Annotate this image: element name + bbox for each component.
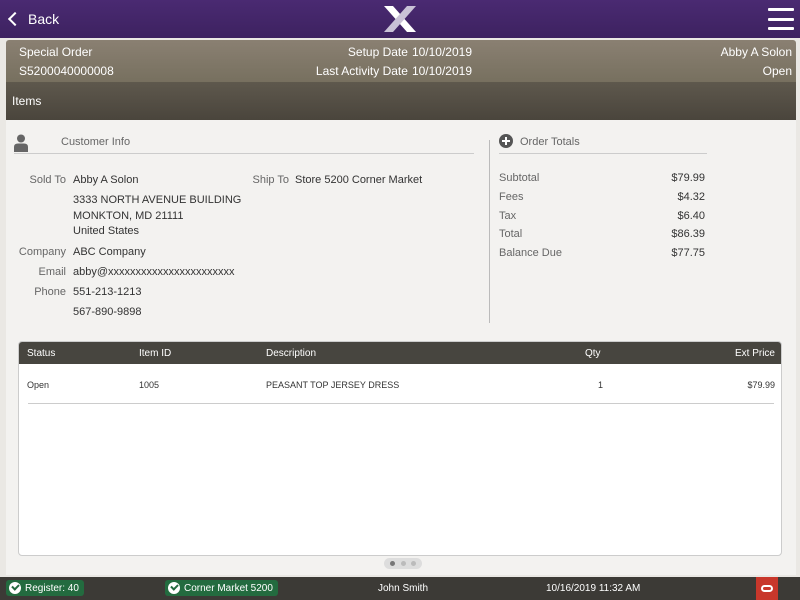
total-value: $86.39 [671,228,705,240]
order-type: Special Order [19,45,93,59]
total-row-total: Total $86.39 [499,228,705,242]
cell-item-id: 1005 [139,380,160,390]
header-item-id: Item ID [139,348,172,359]
register-badge: Register: 40 [6,580,84,596]
store-label: Corner Market 5200 [184,582,273,594]
header-description: Description [266,348,317,359]
items-table: Status Item ID Description Qty Ext Price… [18,341,782,556]
page-dot[interactable] [389,561,395,566]
email-label: Email [38,266,66,278]
order-header: Special Order S5200040000008 Setup Date 1… [6,40,796,82]
order-detail-panel: Customer Info Sold To Abby A Solon 3333 … [6,120,796,575]
back-label: Back [28,11,60,27]
total-label: Tax [499,210,517,222]
order-totals-title: Order Totals [520,136,580,148]
back-button[interactable]: Back [6,0,59,38]
address-line2: MONKTON, MD 21111 [73,210,184,222]
total-row-fees: Fees $4.32 [499,191,705,205]
plus-circle-icon[interactable] [499,134,513,148]
phone-secondary: 567-890-9898 [73,306,142,318]
table-header: Status Item ID Description Qty Ext Price [19,342,781,364]
check-circle-icon [168,582,180,594]
check-circle-icon [9,582,21,594]
oracle-icon[interactable] [756,577,778,600]
order-customer-name: Abby A Solon [720,45,792,59]
phone-label: Phone [34,286,66,298]
total-value: $79.99 [671,172,705,184]
setup-date-label: Setup Date [347,45,408,59]
setup-date-value: 10/10/2019 [411,45,472,59]
cell-qty: 1 [597,380,603,390]
total-label: Total [499,228,523,240]
last-activity-label: Last Activity Date [315,64,408,78]
total-label: Fees [499,191,524,203]
address-line1: 3333 NORTH AVENUE BUILDING [73,194,242,206]
hamburger-menu-icon[interactable] [768,8,794,30]
app-logo-icon [384,6,416,32]
company-label: Company [18,246,66,258]
current-user: John Smith [378,583,429,594]
header-qty: Qty [585,348,601,359]
sold-to-name: Abby A Solon [73,174,139,186]
person-icon [14,134,28,152]
top-bar: Back [0,0,800,38]
store-badge: Corner Market 5200 [165,580,278,596]
total-row-balance-due: Balance Due $77.75 [499,247,705,261]
ship-to-label: Ship To [252,174,290,186]
status-bar: Register: 40 Corner Market 5200 John Smi… [0,577,800,600]
total-label: Subtotal [499,172,540,184]
total-row-subtotal: Subtotal $79.99 [499,172,705,186]
section-divider [489,140,490,323]
last-activity-date: Last Activity Date 10/10/2019 [286,64,472,78]
table-row[interactable]: Open 1005 PEASANT TOP JERSEY DRESS 1 $79… [19,364,781,404]
header-status: Status [27,348,56,359]
setup-date: Setup Date 10/10/2019 [286,45,472,59]
header-ext-price: Ext Price [734,348,775,359]
total-value: $6.40 [677,210,705,222]
customer-info-title: Customer Info [61,136,131,148]
last-activity-value: 10/10/2019 [411,64,472,78]
total-value: $77.75 [671,247,705,259]
register-label: Register: 40 [25,582,79,594]
total-label: Balance Due [499,247,562,259]
row-divider [28,403,774,404]
page-indicator[interactable] [384,558,422,569]
phone-primary: 551-213-1213 [73,286,142,298]
total-value: $4.32 [677,191,705,203]
page-dot[interactable] [411,561,417,566]
order-totals-header[interactable]: Order Totals [499,134,707,154]
sold-to-label: Sold To [29,174,67,186]
email-value: abby@xxxxxxxxxxxxxxxxxxxxxxx [73,266,235,278]
cell-description: PEASANT TOP JERSEY DRESS [266,380,400,390]
section-title: Items [6,82,796,120]
cell-ext-price: $79.99 [747,380,775,390]
address-country: United States [73,225,140,237]
current-datetime: 10/16/2019 11:32 AM [546,583,641,594]
ship-to-value: Store 5200 Corner Market [295,174,423,186]
back-chevron-icon [7,11,23,27]
customer-info-header: Customer Info [14,134,474,154]
company-value: ABC Company [73,246,146,258]
total-row-tax: Tax $6.40 [499,210,705,224]
order-number: S5200040000008 [19,64,114,78]
order-status: Open [762,64,792,78]
page-dot[interactable] [400,561,406,566]
cell-status: Open [27,380,50,390]
